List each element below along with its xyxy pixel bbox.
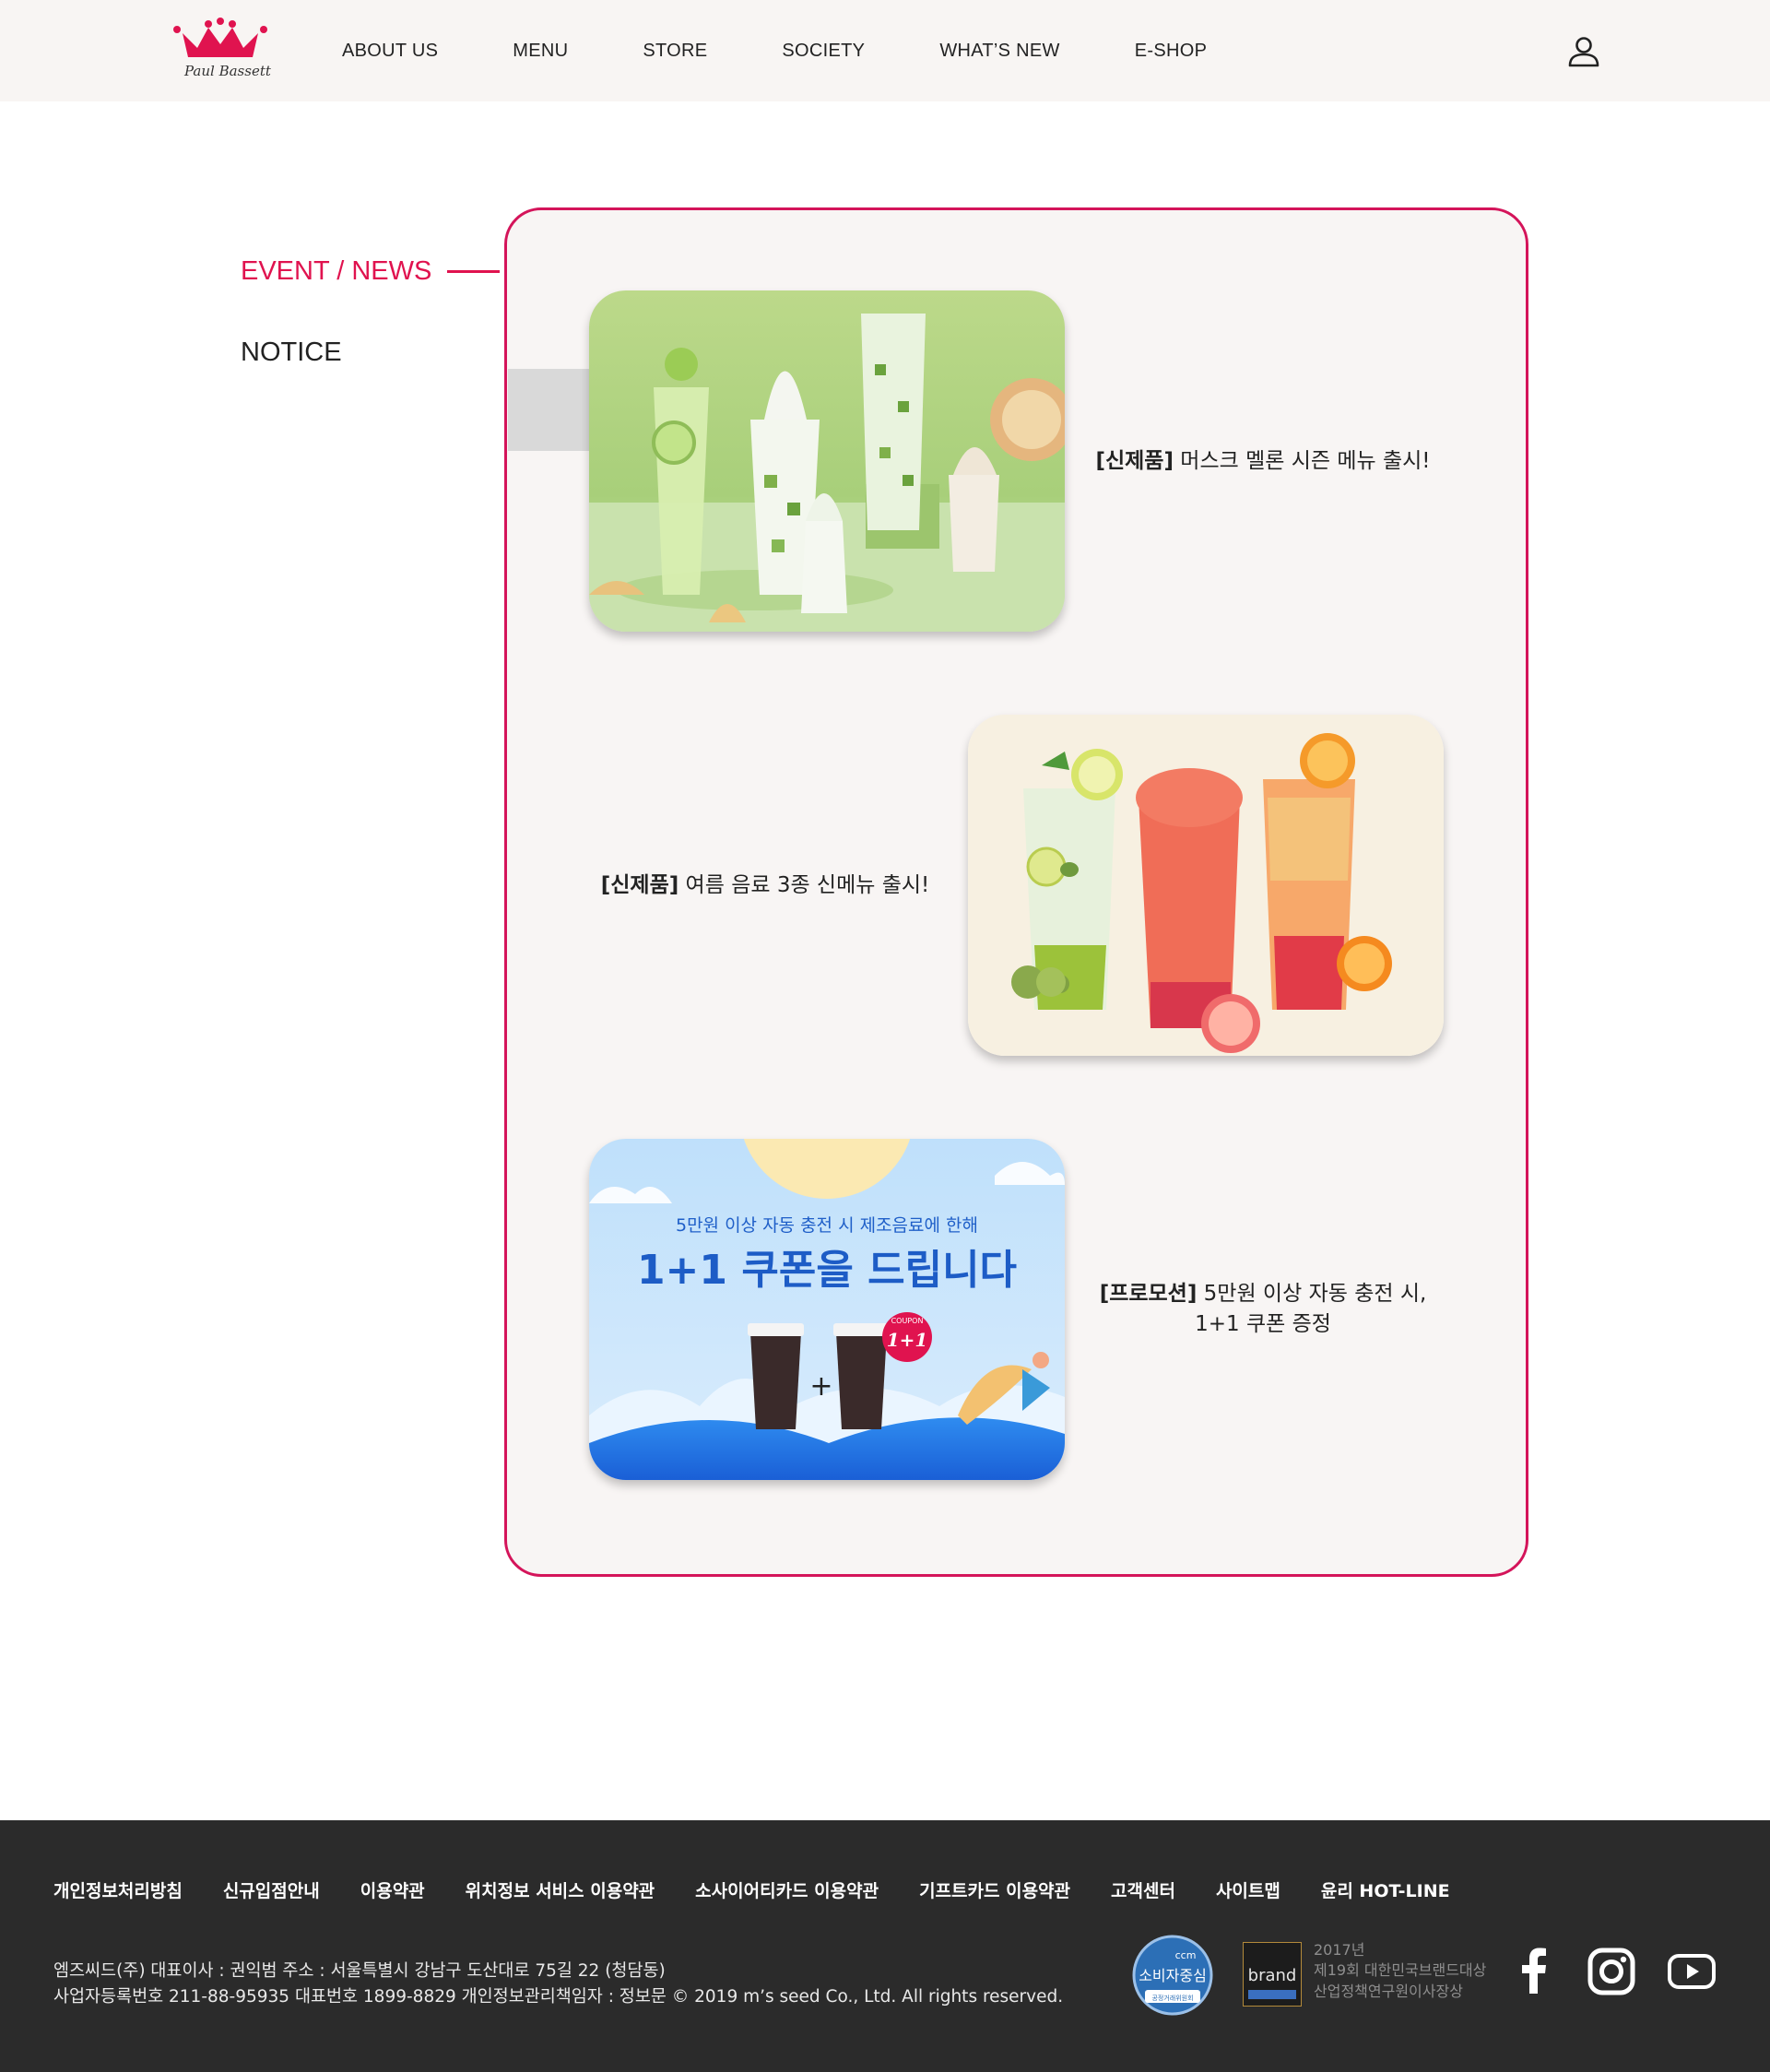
- coupon-value: 1+1: [887, 1329, 928, 1351]
- plus-sign: +: [809, 1370, 832, 1403]
- footer-link-society-card-terms[interactable]: 소사이어티카드 이용약관: [695, 1877, 879, 1902]
- post-thumbnail-summer-drinks[interactable]: [968, 715, 1444, 1056]
- post-title[interactable]: [신제품] 머스크 멜론 시즌 메뉴 출시!: [1069, 446, 1457, 477]
- ccm-badge-icon: ccm 소비자중심 공정거래위원회: [1132, 1935, 1213, 2016]
- award-line1: 제19회 대한민국브랜드대상: [1314, 1961, 1487, 1980]
- coupon-label: COUPON: [891, 1317, 924, 1325]
- post-thumbnail-melon[interactable]: [589, 290, 1065, 632]
- company-info-line1: 엠즈씨드(주) 대표이사 : 권익범 주소 : 서울특별시 강남구 도산대로 7…: [53, 1961, 666, 1981]
- post-title-text-line2: 1+1 쿠폰 증정: [1195, 1312, 1331, 1337]
- main-nav: ABOUT US MENU STORE SOCIETY WHAT’S NEW E…: [342, 0, 1281, 101]
- site-header: Paul Bassett ABOUT US MENU STORE SOCIETY…: [0, 0, 1770, 101]
- footer-link-sitemap[interactable]: 사이트맵: [1216, 1877, 1280, 1902]
- post-title[interactable]: [프로모션] 5만원 이상 자동 충전 시, 1+1 쿠폰 증정: [1069, 1279, 1457, 1341]
- crown-icon: [173, 18, 267, 57]
- company-info: 엠즈씨드(주) 대표이사 : 권익범 주소 : 서울특별시 강남구 도산대로 7…: [53, 1959, 1063, 2010]
- award-year: 2017년: [1314, 1941, 1365, 1959]
- ccm-badge-top: ccm: [1175, 1949, 1197, 1961]
- sidebar-item-label: EVENT / NEWS: [241, 256, 432, 286]
- post-title-text: 여름 음료 3종 신메뉴 출시!: [678, 873, 930, 897]
- site-footer: 개인정보처리방침 신규입점안내 이용약관 위치정보 서비스 이용약관 소사이어티…: [0, 1820, 1770, 2072]
- post-tag: [신제품]: [1095, 449, 1174, 473]
- post-title-text: 머스크 멜론 시즌 메뉴 출시!: [1173, 449, 1431, 473]
- nav-society[interactable]: SOCIETY: [782, 41, 865, 62]
- post-thumbnail-coupon-promo[interactable]: 5만원 이상 자동 충전 시 제조음료에 한해 1+1 쿠폰을 드립니다 + C…: [589, 1139, 1065, 1480]
- active-indicator-line: [447, 270, 501, 273]
- post-tag: [프로모션]: [1099, 1282, 1198, 1306]
- paul-bassett-logo[interactable]: Paul Bassett: [171, 17, 271, 87]
- post-title[interactable]: [신제품] 여름 음료 3종 신메뉴 출시!: [572, 870, 959, 901]
- brand-award-logo: brand: [1248, 1966, 1297, 1985]
- award-line2: 산업정책연구원이사장상: [1314, 1982, 1463, 2000]
- promo-subtitle: 5만원 이상 자동 충전 시 제조음료에 한해: [676, 1215, 978, 1236]
- sidebar-item-event-news[interactable]: EVENT / NEWS: [241, 256, 501, 287]
- nav-e-shop[interactable]: E-SHOP: [1135, 41, 1207, 62]
- company-info-line2: 사업자등록번호 211-88-95935 대표번호 1899-8829 개인정보…: [53, 1986, 1064, 2007]
- footer-link-location-terms[interactable]: 위치정보 서비스 이용약관: [466, 1877, 655, 1902]
- nav-menu[interactable]: MENU: [513, 41, 568, 62]
- nav-store[interactable]: STORE: [643, 41, 707, 62]
- footer-links: 개인정보처리방침 신규입점안내 이용약관 위치정보 서비스 이용약관 소사이어티…: [53, 1877, 1491, 1902]
- post-title-text: 5만원 이상 자동 충전 시,: [1197, 1282, 1427, 1306]
- youtube-icon[interactable]: [1667, 1953, 1717, 1990]
- brand-award-icon: brand: [1243, 1942, 1302, 2007]
- logo-wordmark: Paul Bassett: [184, 63, 271, 79]
- footer-link-terms[interactable]: 이용약관: [360, 1877, 425, 1902]
- footer-link-privacy[interactable]: 개인정보처리방침: [53, 1877, 183, 1902]
- nav-whats-new[interactable]: WHAT’S NEW: [939, 41, 1059, 62]
- ccm-badge-main: 소비자중심: [1139, 1967, 1207, 1984]
- promo-headline: 1+1 쿠폰을 드립니다: [637, 1247, 1017, 1294]
- brand-award-text: 2017년 제19회 대한민국브랜드대상 산업정책연구원이사장상: [1314, 1940, 1486, 2002]
- facebook-icon[interactable]: [1516, 1948, 1550, 1994]
- user-icon[interactable]: [1567, 35, 1600, 68]
- panel-tab: [508, 369, 589, 451]
- footer-link-ethics-hotline[interactable]: 윤리 HOT-LINE: [1321, 1877, 1450, 1902]
- instagram-icon[interactable]: [1587, 1948, 1635, 1995]
- footer-link-customer-center[interactable]: 고객센터: [1111, 1877, 1175, 1902]
- footer-link-gift-card-terms[interactable]: 기프트카드 이용약관: [919, 1877, 1070, 1902]
- post-tag: [신제품]: [600, 873, 679, 897]
- sidebar-item-notice[interactable]: NOTICE: [241, 337, 342, 368]
- ccm-badge-bottom: 공정거래위원회: [1151, 1994, 1193, 2002]
- nav-about-us[interactable]: ABOUT US: [342, 41, 438, 62]
- footer-link-new-store[interactable]: 신규입점안내: [223, 1877, 320, 1902]
